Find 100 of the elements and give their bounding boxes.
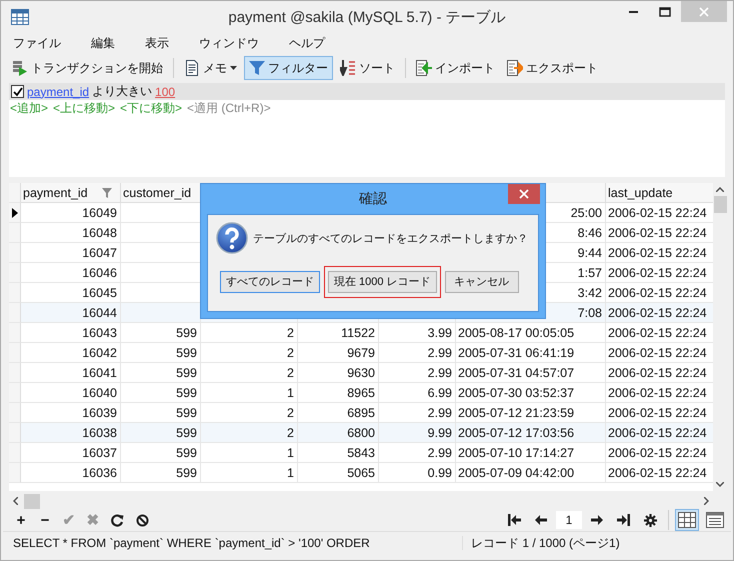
table-cell: 16036 xyxy=(21,463,121,483)
table-cell: 2 xyxy=(201,363,298,383)
row-header-cell[interactable] xyxy=(9,343,21,363)
scroll-up-icon[interactable] xyxy=(716,187,724,192)
row-header-cell[interactable] xyxy=(9,303,21,323)
table-cell: 16038 xyxy=(21,423,121,443)
form-view-button[interactable] xyxy=(703,509,727,531)
previous-page-icon[interactable] xyxy=(535,514,547,526)
table-cell: 599 xyxy=(121,343,201,363)
table-icon xyxy=(11,8,29,24)
filter-operator[interactable]: より大きい xyxy=(92,83,152,100)
column-header[interactable]: customer_id xyxy=(121,183,201,203)
table-cell: 599 xyxy=(121,443,201,463)
question-icon xyxy=(216,222,248,254)
close-button[interactable] xyxy=(508,184,540,204)
settings-icon[interactable] xyxy=(644,514,657,526)
table-cell: 2006-02-15 22:24 xyxy=(606,423,714,443)
record-tool-button[interactable]: + xyxy=(11,512,31,528)
table-cell: 1 xyxy=(201,383,298,403)
table-cell: 2005-08-17 00:05:05 xyxy=(456,323,606,343)
toolbar-button[interactable]: メモ xyxy=(179,56,242,80)
row-header-cell[interactable] xyxy=(9,403,21,423)
table-cell: 2005-07-12 17:03:56 xyxy=(456,423,606,443)
page-field[interactable]: 1 xyxy=(556,511,582,529)
toolbar-button[interactable]: トランザクションを開始 xyxy=(7,56,168,80)
menu-item[interactable]: ウィンドウ xyxy=(199,34,259,52)
table-cell: 2005-07-09 04:42:00 xyxy=(456,463,606,483)
record-tool-button[interactable]: − xyxy=(35,512,55,528)
row-header-cell[interactable] xyxy=(9,323,21,343)
table-cell: 2005-07-31 04:57:07 xyxy=(456,363,606,383)
table-cell: 16040 xyxy=(21,383,121,403)
filter-field-link[interactable]: payment_id xyxy=(27,84,90,98)
table-cell: 2 xyxy=(201,323,298,343)
filter-action-link[interactable]: <上に移動> xyxy=(53,100,116,117)
row-header-cell[interactable] xyxy=(9,463,21,483)
scroll-left-icon[interactable] xyxy=(13,497,18,505)
grid-view-button[interactable] xyxy=(675,509,699,531)
table-cell: 2.99 xyxy=(379,343,456,363)
table-cell: 2005-07-31 06:41:19 xyxy=(456,343,606,363)
filter-icon xyxy=(249,60,265,76)
row-header-cell[interactable] xyxy=(9,263,21,283)
row-header-cell[interactable] xyxy=(9,383,21,403)
row-header-cell[interactable] xyxy=(9,243,21,263)
dialog-button[interactable]: 現在 1000 レコード xyxy=(324,266,441,298)
stop-icon[interactable] xyxy=(136,514,149,526)
table-cell: 9679 xyxy=(298,343,379,363)
table-cell: 16048 xyxy=(21,223,121,243)
row-header-cell[interactable] xyxy=(9,363,21,383)
row-header-cell[interactable] xyxy=(9,203,21,223)
menu-item[interactable]: 表示 xyxy=(145,34,169,52)
dialog-title: 確認 xyxy=(359,190,387,208)
table-cell: 16041 xyxy=(21,363,121,383)
table-cell: 599 xyxy=(121,423,201,443)
table-cell: 9630 xyxy=(298,363,379,383)
table-cell: 16037 xyxy=(21,443,121,463)
table-cell: 11522 xyxy=(298,323,379,343)
first-page-icon[interactable] xyxy=(508,514,521,526)
grid-icon xyxy=(678,512,696,528)
filter-checkbox[interactable] xyxy=(11,85,24,98)
row-header-cell[interactable] xyxy=(9,283,21,303)
table-cell: 599 xyxy=(121,383,201,403)
scroll-thumb[interactable] xyxy=(714,196,726,213)
toolbar-button[interactable]: エクスポート xyxy=(502,56,603,80)
row-header-cell[interactable] xyxy=(9,423,21,443)
import-icon xyxy=(416,60,432,76)
table-cell: 0.99 xyxy=(379,463,456,483)
table-cell: 2005-07-10 17:14:27 xyxy=(456,443,606,463)
table-cell: 6800 xyxy=(298,423,379,443)
row-header-cell[interactable] xyxy=(9,223,21,243)
row-header-cell xyxy=(9,183,21,203)
menu-item[interactable]: ヘルプ xyxy=(289,34,325,52)
table-cell: 5843 xyxy=(298,443,379,463)
table-cell: 6.99 xyxy=(379,383,456,403)
menu-item[interactable]: ファイル xyxy=(13,34,61,52)
toolbar-button[interactable]: ソート xyxy=(335,56,400,80)
table-cell: 2.99 xyxy=(379,443,456,463)
filter-action-link[interactable]: <追加> xyxy=(10,100,48,117)
filter-icon[interactable] xyxy=(102,188,112,198)
database-play-icon xyxy=(12,60,28,76)
sort-icon xyxy=(340,60,356,76)
row-header-cell[interactable] xyxy=(9,443,21,463)
toolbar-button[interactable]: インポート xyxy=(411,56,500,80)
status-sql-text: SELECT * FROM `payment` WHERE `payment_id` > '100' ORDER xyxy=(3,536,463,550)
next-page-icon[interactable] xyxy=(591,514,603,526)
table-cell: 2 xyxy=(201,423,298,443)
table-cell: 16043 xyxy=(21,323,121,343)
refresh-icon[interactable] xyxy=(111,514,124,526)
caret-icon xyxy=(230,66,237,70)
menu-item[interactable]: 編集 xyxy=(91,34,115,52)
last-page-icon[interactable] xyxy=(617,514,630,526)
scroll-down-icon[interactable] xyxy=(716,482,724,487)
filter-action-link[interactable]: <下に移動> xyxy=(120,100,182,117)
scroll-right-icon[interactable] xyxy=(704,497,709,505)
toolbar-button[interactable]: フィルター xyxy=(244,56,333,80)
table-cell: 8965 xyxy=(298,383,379,403)
scroll-thumb[interactable] xyxy=(24,494,40,508)
table-cell: 5065 xyxy=(298,463,379,483)
form-icon xyxy=(706,512,724,528)
column-header[interactable]: payment_id xyxy=(21,183,121,203)
column-header[interactable]: last_update xyxy=(606,183,714,203)
